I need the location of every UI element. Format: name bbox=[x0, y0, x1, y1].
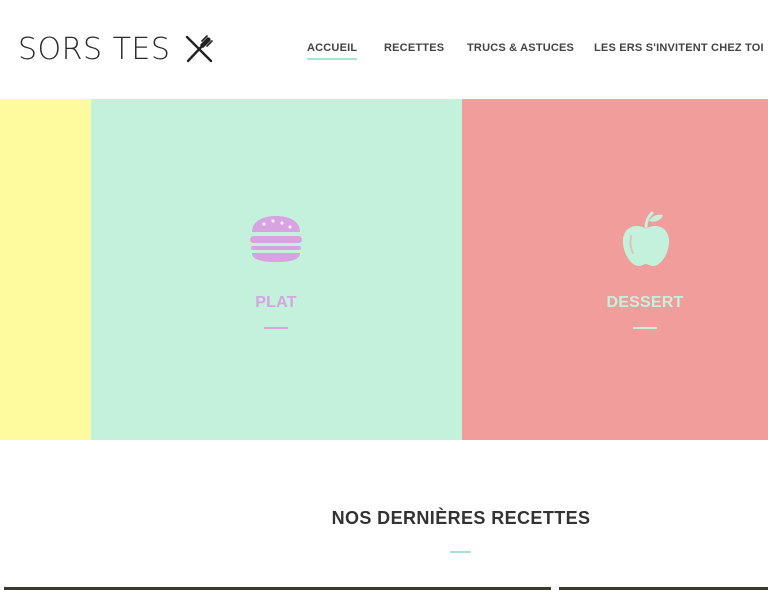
nav-item-les-ers[interactable]: LES ERS S'INVITENT CHEZ TOI bbox=[594, 42, 764, 54]
nav-item-accueil[interactable]: ACCUEIL bbox=[307, 42, 358, 60]
category-panel-left[interactable] bbox=[0, 99, 91, 440]
section-title: NOS DERNIÈRES RECETTES bbox=[331, 508, 591, 528]
category-panel-dessert[interactable]: DESSERT bbox=[462, 99, 768, 440]
category-label-dessert: DESSERT bbox=[606, 294, 684, 311]
site-header: SORS TES ACCUEIL RECETTES TRUCS & ASTUCE… bbox=[0, 0, 768, 99]
category-label-plat: PLAT bbox=[255, 294, 297, 311]
main-nav: ACCUEIL RECETTES TRUCS & ASTUCES LES ERS… bbox=[0, 42, 768, 62]
category-rule-plat bbox=[264, 327, 288, 329]
section-title-rule bbox=[450, 551, 471, 553]
apple-icon bbox=[622, 211, 670, 266]
category-rule-dessert bbox=[633, 327, 657, 329]
burger-icon bbox=[250, 216, 302, 262]
nav-item-trucs-astuces[interactable]: TRUCS & ASTUCES bbox=[467, 42, 574, 54]
category-panel-plat[interactable]: PLAT bbox=[91, 99, 462, 440]
nav-item-recettes[interactable]: RECETTES bbox=[384, 42, 444, 54]
category-hero: PLAT DESSERT bbox=[0, 99, 768, 440]
